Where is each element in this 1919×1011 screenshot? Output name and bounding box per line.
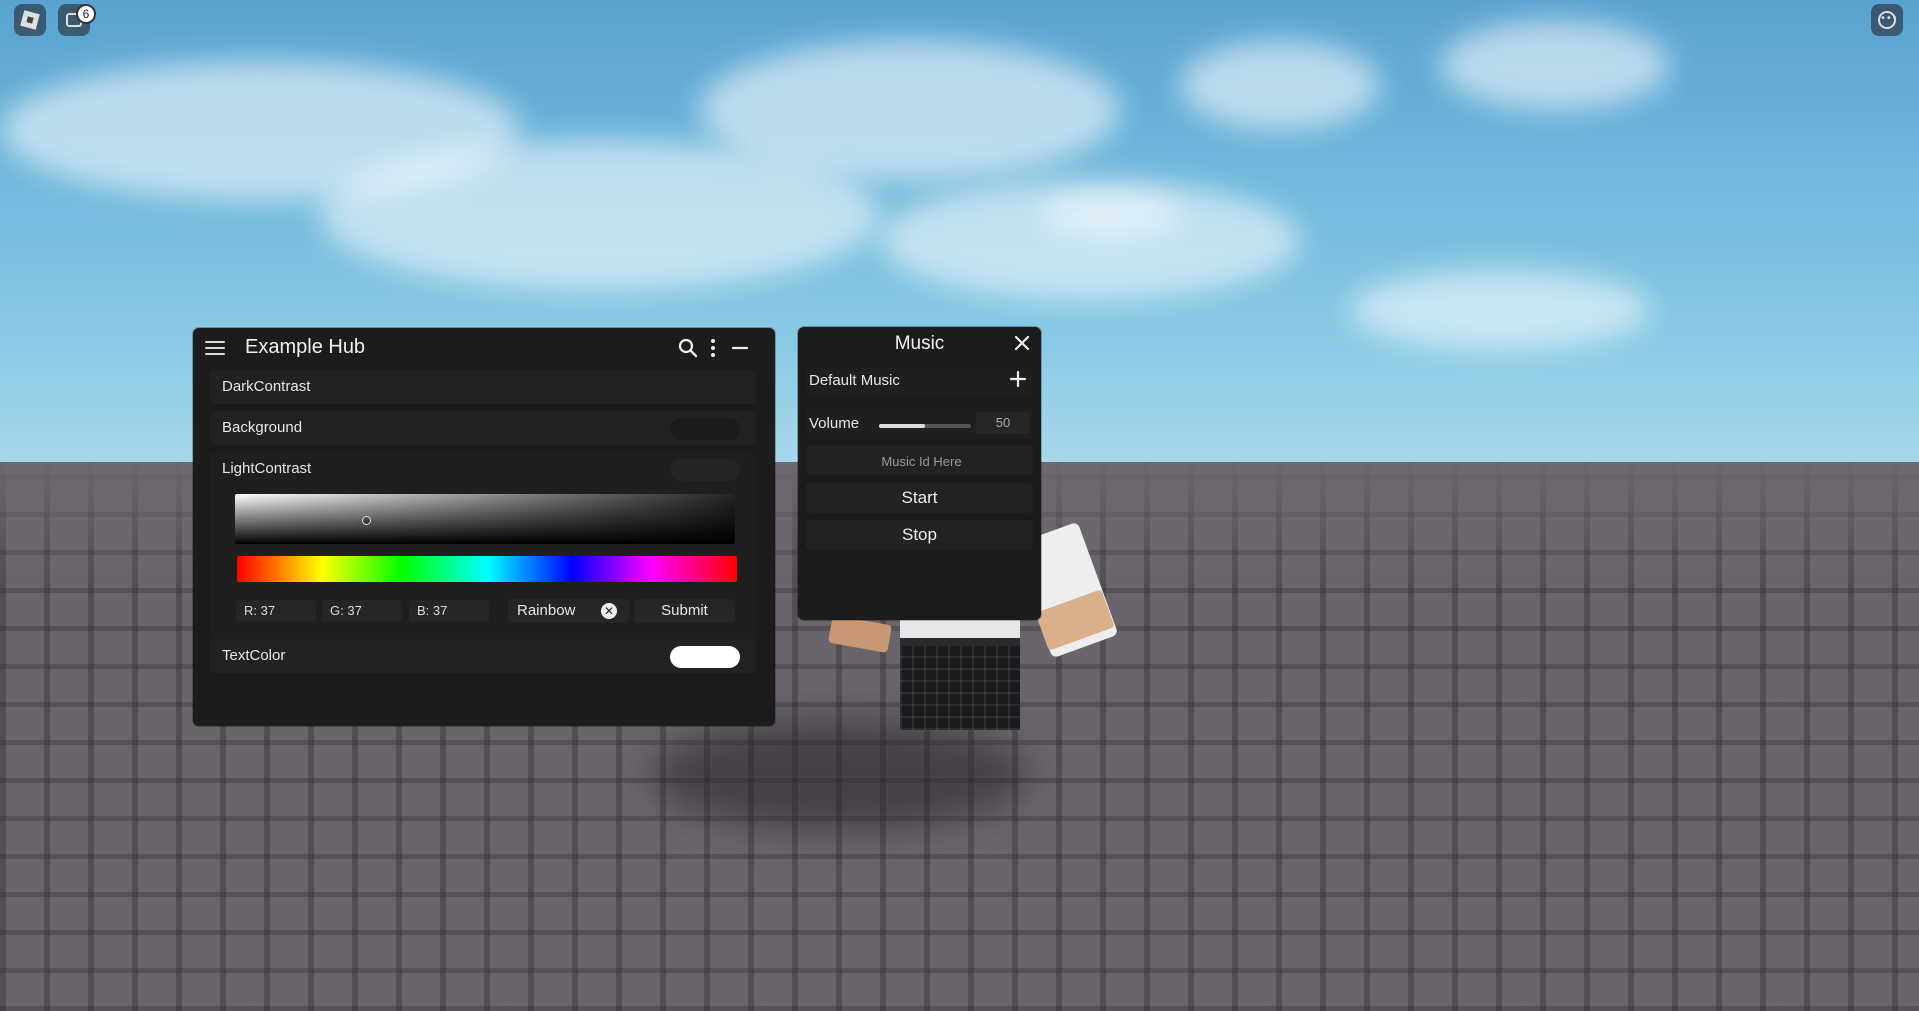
green-input[interactable]: G: 37	[322, 600, 402, 622]
music-id-input[interactable]	[806, 445, 1037, 477]
textcolor-row[interactable]: TextColor	[210, 639, 756, 673]
more-options-button[interactable]: •••	[1871, 4, 1903, 36]
volume-slider[interactable]	[879, 424, 971, 428]
volume-slider-fill	[879, 424, 925, 428]
rainbow-toggle[interactable]: Rainbow ✕	[508, 599, 629, 623]
saturation-value-field[interactable]	[235, 494, 735, 544]
close-circle-icon[interactable]: ✕	[601, 603, 617, 619]
darkcontrast-row[interactable]: DarkContrast	[210, 370, 756, 404]
row-label: DarkContrast	[222, 378, 311, 395]
rainbow-label: Rainbow	[517, 602, 576, 619]
music-window: Music Default Music Volume 50 Start Stop	[798, 327, 1041, 620]
row-label: Background	[222, 419, 303, 436]
submit-button[interactable]: Submit	[634, 599, 735, 623]
red-input[interactable]: R: 37	[236, 600, 316, 622]
roblox-menu-icon	[20, 10, 40, 30]
background-row[interactable]: Background	[210, 411, 756, 445]
more-icon: •••	[1878, 11, 1898, 29]
close-icon[interactable]	[1013, 334, 1031, 352]
stop-button[interactable]: Stop	[806, 520, 1033, 550]
character-shadow	[650, 720, 1030, 830]
volume-label: Volume	[809, 415, 860, 432]
row-label: TextColor	[222, 647, 286, 664]
lightcontrast-color-swatch[interactable]	[670, 459, 740, 481]
start-button[interactable]: Start	[806, 483, 1033, 513]
blue-input[interactable]: B: 37	[409, 600, 489, 622]
volume-row: Volume 50	[806, 407, 1033, 439]
hub-title: Example Hub	[245, 336, 366, 358]
search-icon[interactable]	[677, 337, 699, 359]
music-id-row[interactable]	[806, 445, 1037, 477]
notification-badge: 6	[76, 4, 96, 24]
roblox-menu-button[interactable]	[14, 4, 46, 36]
hamburger-icon[interactable]	[205, 341, 225, 355]
volume-value[interactable]: 50	[976, 412, 1030, 434]
default-music-row[interactable]: Default Music	[806, 367, 1033, 395]
color-picker-cursor[interactable]	[362, 516, 371, 525]
plus-icon[interactable]	[1009, 370, 1027, 388]
default-music-label: Default Music	[809, 372, 900, 389]
music-title: Music	[894, 333, 945, 354]
row-label: LightContrast	[222, 460, 312, 477]
hub-header: Example Hub	[193, 328, 775, 368]
hue-slider[interactable]	[237, 556, 737, 582]
vertical-dots-icon[interactable]	[702, 337, 724, 359]
background-color-swatch[interactable]	[670, 418, 740, 440]
textcolor-color-swatch[interactable]	[670, 646, 740, 668]
minimize-icon[interactable]	[729, 337, 751, 359]
